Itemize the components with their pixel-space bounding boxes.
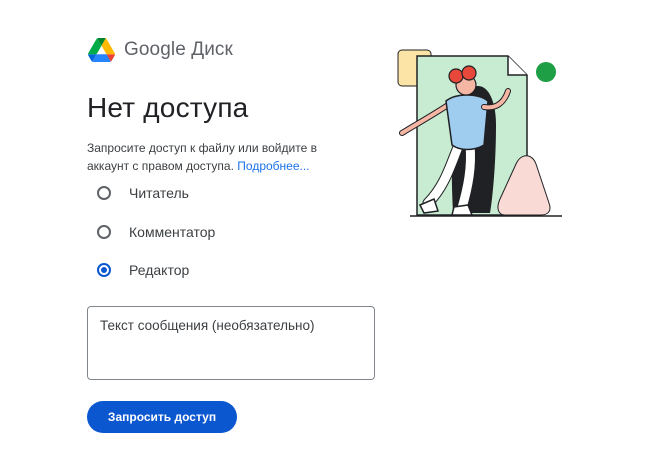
role-option-viewer[interactable]: Читатель (97, 182, 215, 204)
role-option-commenter[interactable]: Комментатор (97, 221, 215, 243)
google-drive-icon (88, 38, 115, 62)
learn-more-link[interactable]: Подробнее... (237, 159, 309, 173)
person-shirt-shape (445, 94, 489, 151)
role-radio-group: Читатель Комментатор Редактор (97, 182, 215, 298)
access-illustration (397, 49, 562, 217)
role-label: Редактор (129, 262, 190, 278)
role-label: Комментатор (129, 223, 216, 240)
role-option-editor[interactable]: Редактор (97, 259, 215, 281)
page-description: Запросите доступ к файлу или войдите в а… (87, 139, 357, 175)
radio-button[interactable] (97, 186, 111, 200)
role-label: Читатель (129, 185, 189, 201)
app-name: Google Диск (124, 39, 233, 60)
radio-button[interactable] (97, 224, 111, 239)
app-logo: Google Диск (88, 38, 233, 62)
request-access-button[interactable]: Запросить доступ (87, 401, 237, 433)
message-textarea[interactable] (87, 306, 375, 380)
page-title: Нет доступа (87, 92, 249, 123)
radio-button[interactable] (97, 263, 111, 277)
green-dot-shape (536, 62, 556, 82)
